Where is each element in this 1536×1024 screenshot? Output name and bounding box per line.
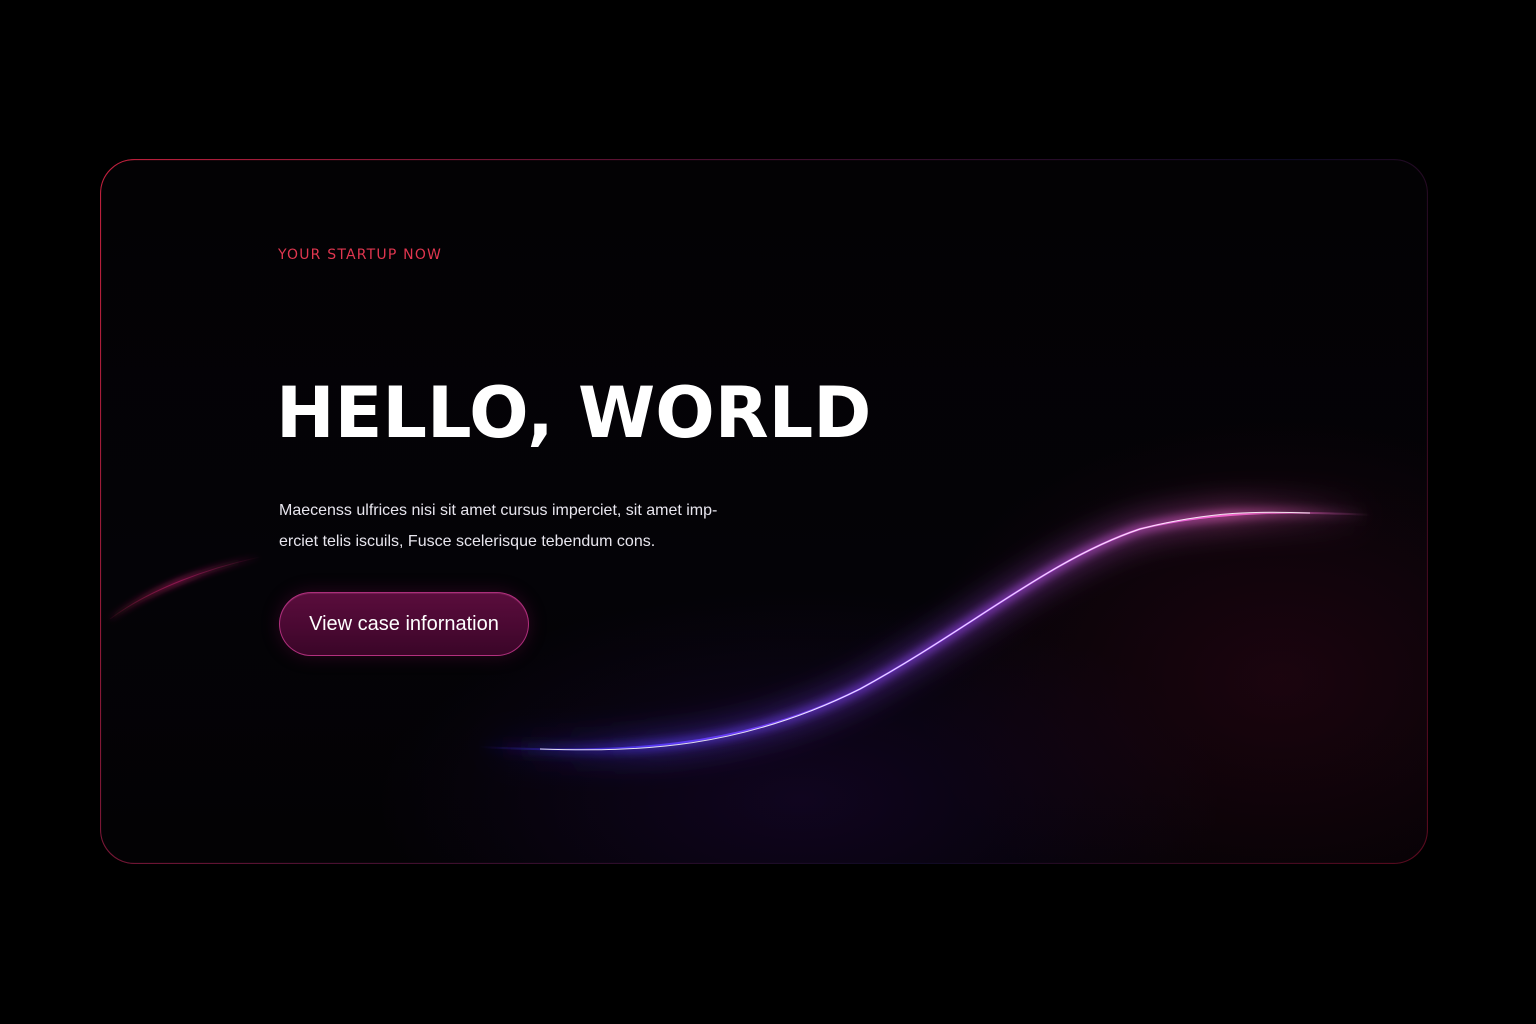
hero-description-line-2: erciet telis iscuils, Fusce scelerisque …	[279, 533, 656, 550]
eyebrow-label: YOUR STARTUP NOW	[278, 247, 443, 263]
page: YOUR STARTUP NOW HELLO, WORLD Maecenss u…	[0, 0, 1536, 1024]
hero-description-line-1: Maecenss ulfrices nisi sit amet cursus i…	[279, 502, 718, 519]
view-case-button[interactable]: View case infornation	[279, 592, 529, 656]
hero-card: YOUR STARTUP NOW HELLO, WORLD Maecenss u…	[100, 159, 1428, 864]
hero-description: Maecenss ulfrices nisi sit amet cursus i…	[279, 495, 759, 557]
hero-headline: HELLO, WORLD	[276, 372, 872, 454]
